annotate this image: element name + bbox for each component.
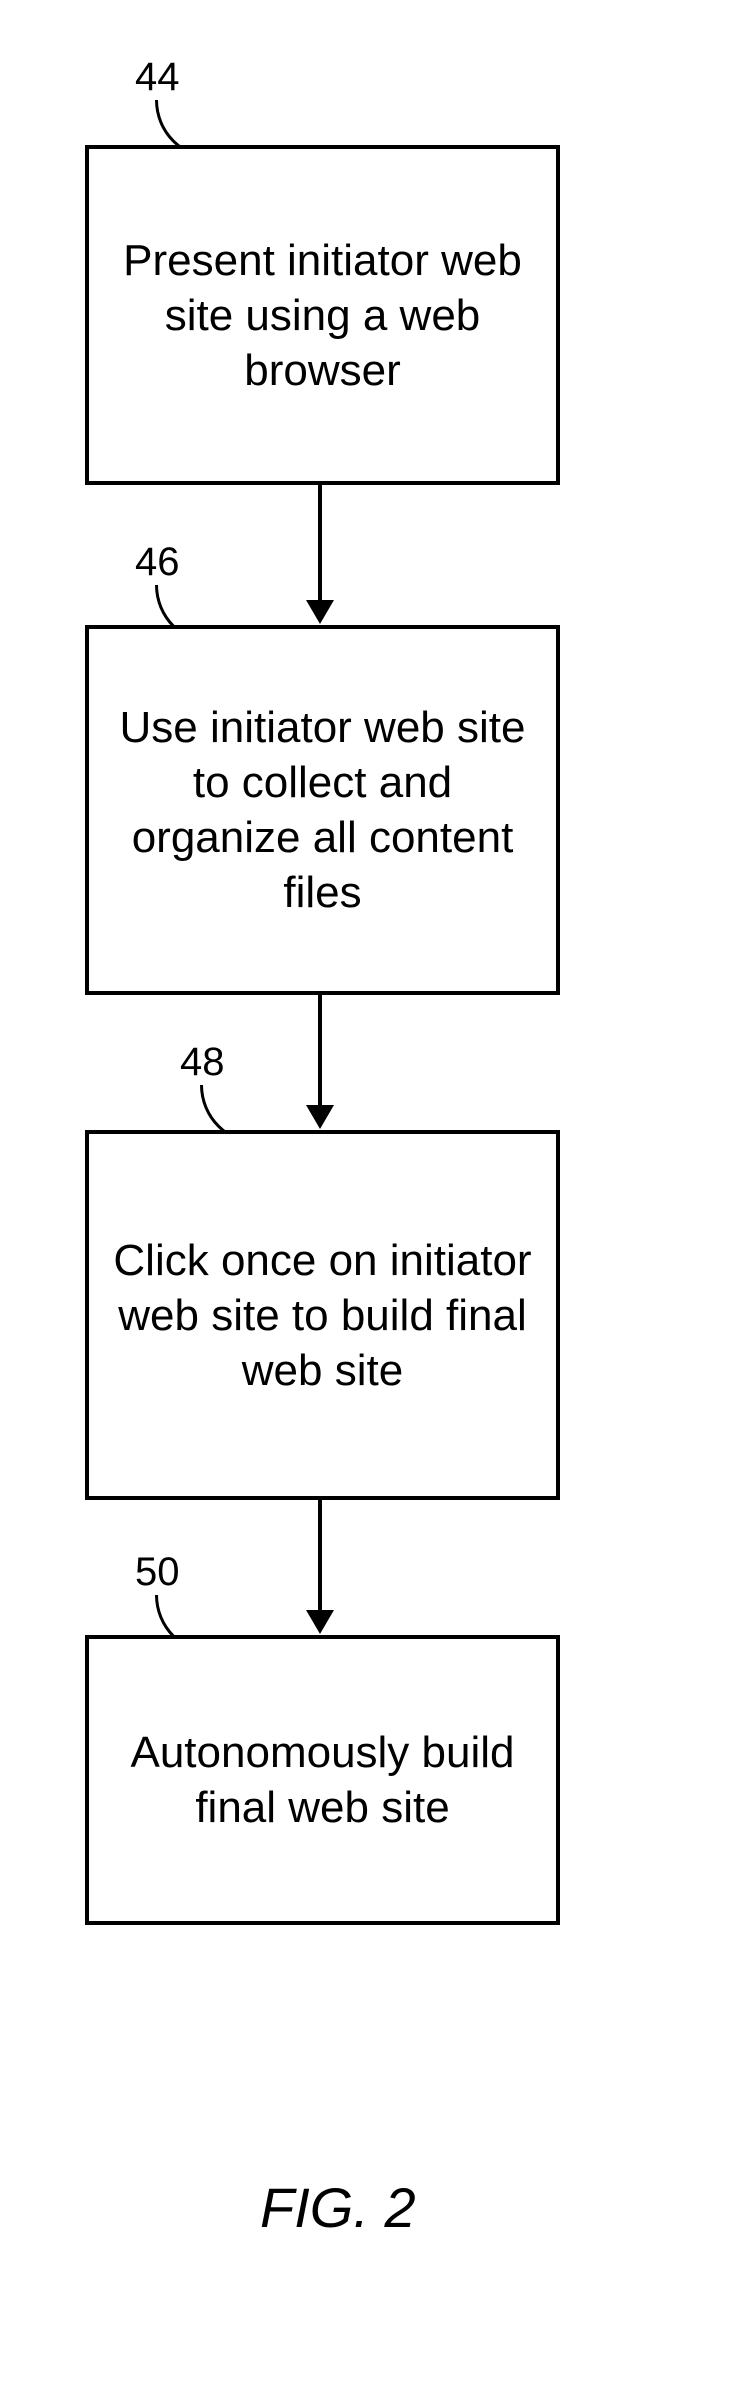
arrow-46-48-head — [306, 1105, 334, 1129]
flow-box-46-text: Use initiator web site to collect and or… — [109, 700, 536, 920]
arrow-48-50-head — [306, 1610, 334, 1634]
flow-box-46: Use initiator web site to collect and or… — [85, 625, 560, 995]
flow-box-48: Click once on initiator web site to buil… — [85, 1130, 560, 1500]
flowchart-canvas: 44 Present initiator web site using a we… — [0, 0, 753, 2387]
ref-label-44: 44 — [135, 55, 180, 100]
flow-box-44-text: Present initiator web site using a web b… — [109, 233, 536, 398]
arrow-46-48-stem — [318, 995, 322, 1110]
flow-box-44: Present initiator web site using a web b… — [85, 145, 560, 485]
ref-label-48: 48 — [180, 1040, 225, 1085]
flow-box-48-text: Click once on initiator web site to buil… — [109, 1233, 536, 1398]
ref-label-46: 46 — [135, 540, 180, 585]
flow-box-50-text: Autonomously build final web site — [109, 1725, 536, 1835]
figure-caption: FIG. 2 — [260, 2175, 416, 2240]
arrow-44-46-head — [306, 600, 334, 624]
flow-box-50: Autonomously build final web site — [85, 1635, 560, 1925]
arrow-44-46-stem — [318, 485, 322, 605]
arrow-48-50-stem — [318, 1500, 322, 1615]
ref-label-50: 50 — [135, 1550, 180, 1595]
